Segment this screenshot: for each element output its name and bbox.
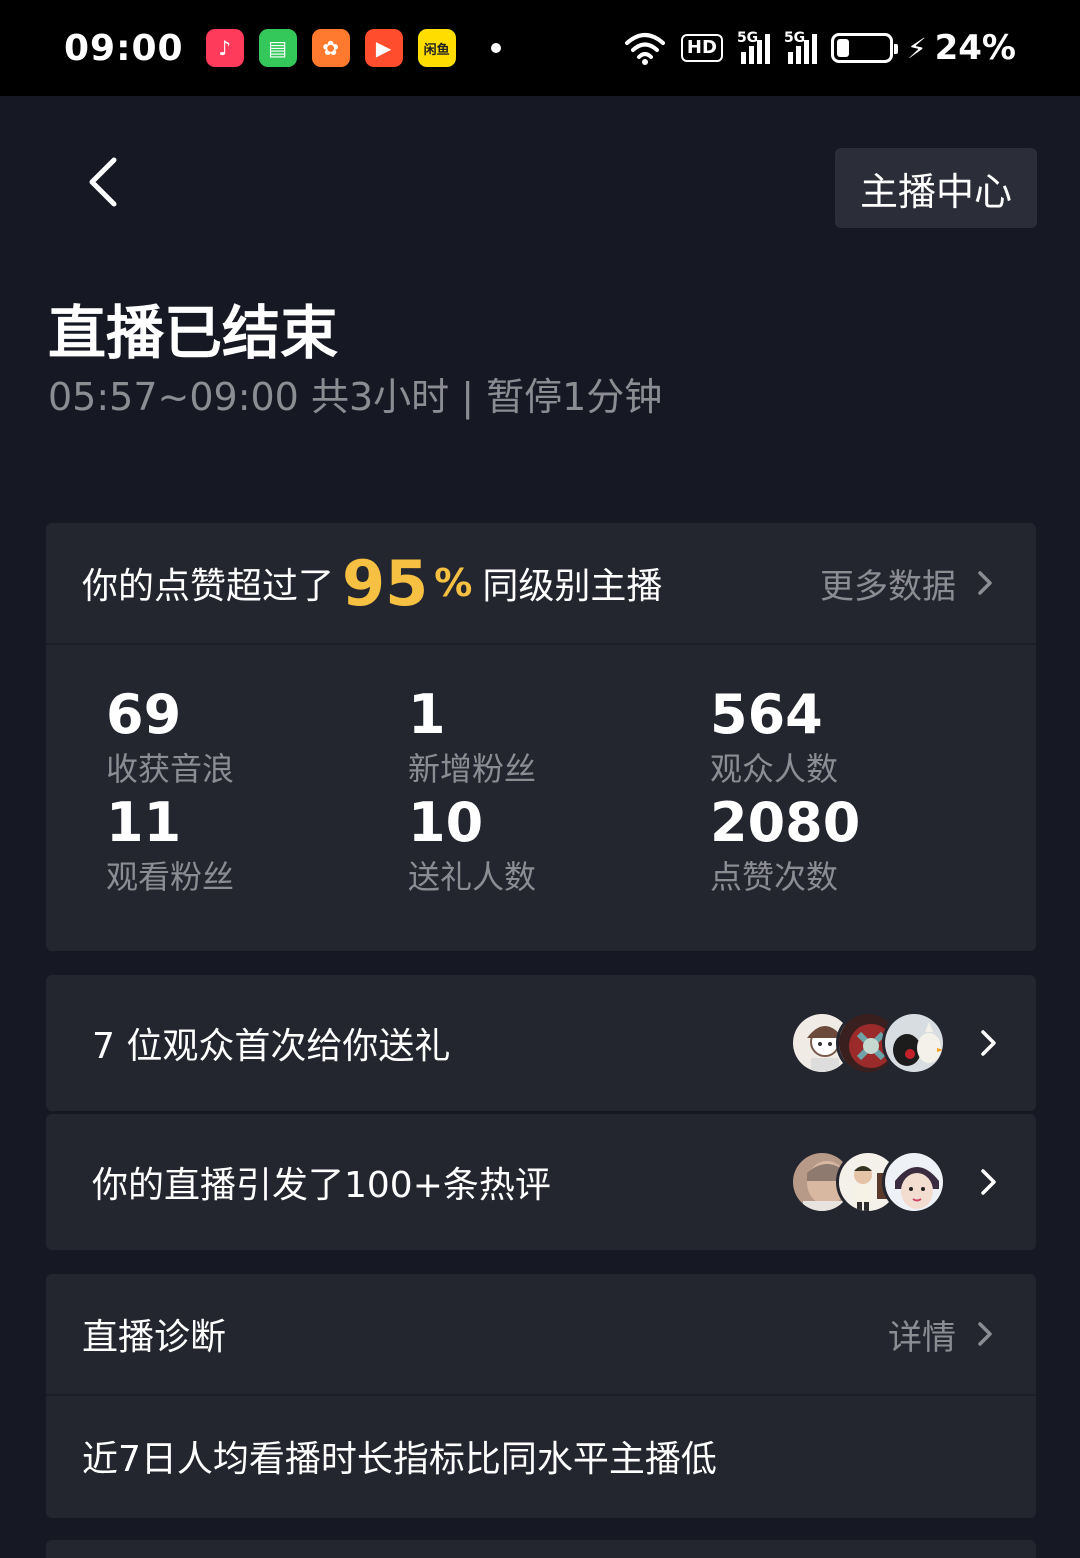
stat-value: 2080 [710,791,861,854]
back-button[interactable] [72,150,132,214]
likes-rank-suffix: 同级别主播 [482,566,663,607]
stat-value: 69 [106,683,182,746]
streamer-center-button[interactable]: 主播中心 [835,148,1037,228]
signal-5g-icon: 5G [737,30,770,64]
chevron-right-icon [981,1030,996,1056]
likes-rank-percent: 95 [342,546,429,620]
gift-row-chevron [968,1023,1008,1063]
chevron-right-icon [978,1322,992,1346]
avatar [882,1150,946,1214]
stats-grid: 69 收获音浪 1 新增粉丝 564 观众人数 11 观看粉丝 10 送礼人数 … [106,683,1016,923]
stats-card: 你的点赞超过了 95 % 同级别主播 更多数据 69 收获音浪 1 新增粉丝 5… [46,523,1036,951]
stat-item: 69 收获音浪 [106,683,234,791]
hot-comments-row[interactable]: 你的直播引发了100+条热评 [46,1114,1036,1250]
video-app-icon: ▶ [364,29,403,67]
likes-rank-prefix: 你的点赞超过了 [82,566,335,607]
stream-duration: 05:57~09:00 共3小时 | 暂停1分钟 [48,375,663,419]
charging-bolt-icon: ⚡ [906,31,927,65]
chevron-left-icon [89,157,117,207]
stat-value: 11 [106,791,182,854]
stat-item: 1 新增粉丝 [408,683,536,791]
battery-percent: 24% [934,28,1016,68]
signal-5g-icon-2: 5G [784,30,817,64]
likes-rank-header[interactable]: 你的点赞超过了 95 % 同级别主播 更多数据 [46,523,1036,645]
status-bar: 09:00 ♪ ▤ ✿ ▶ 闲鱼 HD 5G 5G ⚡ 24% [0,0,1080,96]
status-time: 09:00 [64,27,184,69]
percent-symbol: % [434,561,473,605]
stat-value: 1 [408,683,446,746]
notification-dot-icon [490,43,501,53]
detail-label: 详情 [888,1317,956,1358]
stat-value: 564 [710,683,823,746]
stat-label: 观众人数 [710,750,839,788]
diagnosis-card: 直播诊断 详情 近7日人均看播时长指标比同水平主播低 [46,1274,1036,1518]
diagnosis-title: 直播诊断 [82,1317,227,1358]
stat-label: 点赞次数 [710,858,839,896]
more-data-link[interactable]: 更多数据 [820,559,1000,608]
stat-value: 10 [408,791,484,854]
orange-app-icon: ✿ [311,29,350,67]
first-gift-row[interactable]: 7 位观众首次给你送礼 [46,975,1036,1111]
stat-label: 观看粉丝 [106,858,235,896]
chevron-right-icon [978,571,992,595]
diagnosis-header[interactable]: 直播诊断 详情 [46,1274,1036,1396]
diagnosis-detail-link[interactable]: 详情 [888,1310,1000,1359]
hd-voice-icon: HD [680,34,723,62]
stat-label: 收获音浪 [106,750,235,788]
stat-label: 新增粉丝 [408,750,537,788]
music-app-icon: ♪ [205,29,244,67]
comment-avatars [790,1150,946,1214]
xianyu-app-icon: 闲鱼 [417,29,456,67]
stat-item: 2080 点赞次数 [710,791,860,899]
first-gift-text: 7 位观众首次给你送礼 [92,1026,451,1067]
battery-icon [830,33,898,63]
status-icons: HD 5G 5G ⚡ 24% [623,28,1016,68]
stat-label: 送礼人数 [408,858,537,896]
wifi-icon [624,33,665,65]
stat-item: 10 送礼人数 [408,791,536,899]
stat-item: 564 观众人数 [710,683,838,791]
page-title: 直播已结束 [48,299,339,367]
gift-avatars [790,1011,946,1075]
avatar [882,1011,946,1075]
messages-app-icon: ▤ [258,29,297,67]
more-data-label: 更多数据 [820,566,956,607]
diagnosis-message: 近7日人均看播时长指标比同水平主播低 [82,1439,717,1480]
hot-comments-text: 你的直播引发了100+条热评 [92,1165,551,1206]
stat-item: 11 观看粉丝 [106,791,234,899]
chevron-right-icon [981,1169,996,1195]
hot-row-chevron [968,1162,1008,1202]
next-card-partial [46,1540,1036,1558]
